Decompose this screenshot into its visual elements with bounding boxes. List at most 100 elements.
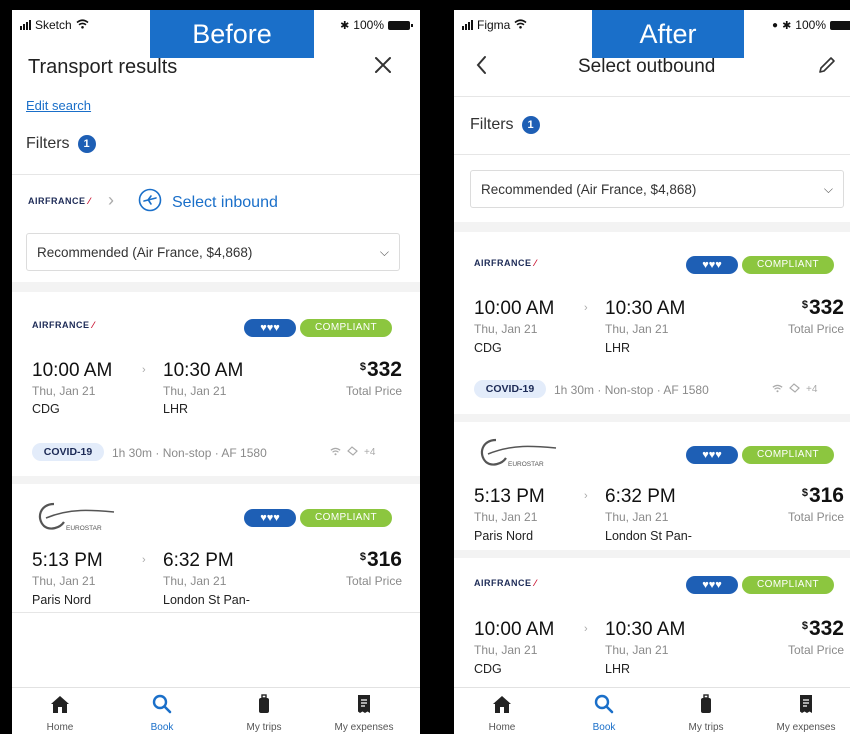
phone-before: Sketch ✱ 100% Before Transport results E… [12, 10, 420, 734]
bluetooth-icon: ✱ [340, 19, 350, 32]
receipt-icon [795, 695, 817, 718]
divider [454, 96, 850, 97]
depart-date: Thu, Jan 21 [474, 322, 538, 336]
depart-date: Thu, Jan 21 [474, 643, 538, 657]
compliance-badge: COMPLIANT [300, 509, 392, 527]
price: $332 [801, 296, 844, 319]
arrive-station: LHR [163, 402, 189, 416]
tab-label: My expenses [776, 722, 836, 733]
tab-my-expenses[interactable]: My expenses [766, 694, 846, 733]
filters-label: Filters [470, 116, 514, 133]
arrive-date: Thu, Jan 21 [163, 384, 227, 398]
tab-label: Home [46, 722, 74, 733]
price: $332 [359, 358, 402, 381]
arrive-station: London St Pan- [605, 529, 692, 543]
sort-dropdown[interactable]: Recommended (Air France, $4,868) ⌵ [470, 170, 844, 208]
select-inbound-label: Select inbound [172, 193, 278, 211]
section-gap [454, 550, 850, 558]
tab-label: Home [488, 722, 516, 733]
filters-button[interactable]: Filters 1 [470, 116, 540, 134]
arrive-station: London St Pan- [163, 593, 250, 607]
depart-date: Thu, Jan 21 [474, 510, 538, 524]
arrow-right-icon: › [584, 623, 588, 635]
amenities-more-count: +4 [806, 384, 818, 395]
power-plug-icon [789, 383, 800, 396]
amenities: +4 [772, 383, 817, 396]
compliance-badge: COMPLIANT [300, 319, 392, 337]
alarm-icon: ● [772, 19, 779, 31]
eurostar-logo: EUROSTAR [472, 434, 558, 475]
compliance-badge: COMPLIANT [742, 446, 834, 464]
tab-label: My trips [688, 722, 724, 733]
home-icon [491, 696, 513, 718]
tab-home[interactable]: Home [462, 694, 542, 733]
plane-circle-icon [138, 188, 162, 217]
preference-hearts-badge: ♥♥♥ [686, 446, 738, 464]
tab-book[interactable]: Book [122, 694, 202, 733]
chevron-right-icon: › [108, 190, 114, 210]
sort-dropdown-value: Recommended (Air France, $4,868) [37, 244, 253, 260]
covid-badge[interactable]: COVID-19 [32, 443, 104, 461]
arrive-date: Thu, Jan 21 [605, 643, 669, 657]
signal-icon [20, 20, 31, 30]
chevron-down-icon: ⌵ [379, 244, 389, 259]
power-plug-icon [347, 446, 358, 459]
edit-search-link[interactable]: Edit search [26, 98, 91, 113]
flight-details: 1h 30m · Non-stop · AF 1580 [554, 383, 709, 397]
price-label: Total Price [787, 643, 844, 657]
carrier-name: Figma [477, 18, 511, 32]
section-gap [12, 282, 420, 292]
edit-pencil-icon[interactable] [816, 54, 838, 81]
compliance-badge: COMPLIANT [742, 256, 834, 274]
sort-dropdown[interactable]: Recommended (Air France, $4,868) ⌵ [26, 233, 400, 271]
select-inbound-step[interactable]: Select inbound [138, 188, 278, 217]
price: $316 [359, 548, 402, 571]
arrow-right-icon: › [584, 302, 588, 314]
battery-icon [388, 20, 413, 30]
depart-time: 10:00 AM [32, 360, 113, 381]
tab-my-expenses[interactable]: My expenses [324, 694, 404, 733]
price: $316 [801, 484, 844, 507]
luggage-icon [253, 694, 275, 718]
preference-hearts-badge: ♥♥♥ [686, 256, 738, 274]
tab-label: My trips [246, 722, 282, 733]
close-icon[interactable] [372, 54, 394, 81]
tab-my-trips[interactable]: My trips [666, 694, 746, 733]
battery-percent: 100% [795, 18, 826, 32]
tab-book[interactable]: Book [564, 694, 644, 733]
filters-button[interactable]: Filters 1 [26, 135, 96, 153]
filters-label: Filters [26, 135, 70, 152]
page-title: Transport results [28, 56, 178, 78]
home-icon [49, 696, 71, 718]
amenities: +4 [330, 446, 375, 459]
wifi-icon [772, 384, 783, 396]
svg-text:EUROSTAR: EUROSTAR [508, 461, 544, 468]
back-chevron-icon[interactable] [474, 54, 490, 81]
tab-my-trips[interactable]: My trips [224, 694, 304, 733]
arrive-time: 10:30 AM [605, 298, 686, 319]
tab-home[interactable]: Home [20, 694, 100, 733]
sort-dropdown-value: Recommended (Air France, $4,868) [481, 181, 697, 197]
covid-badge[interactable]: COVID-19 [474, 380, 546, 398]
price-label: Total Price [787, 510, 844, 524]
arrive-time: 10:30 AM [163, 360, 244, 381]
arrive-station: LHR [605, 341, 631, 355]
battery-icon [830, 20, 850, 30]
divider [454, 154, 850, 155]
section-gap [454, 222, 850, 232]
tab-label: Book [592, 722, 616, 733]
price-label: Total Price [345, 574, 402, 588]
battery-percent: 100% [353, 18, 384, 32]
tab-bar: Home Book My trips My expenses [12, 687, 420, 734]
depart-date: Thu, Jan 21 [32, 384, 96, 398]
receipt-icon [353, 695, 375, 718]
carrier-name: Sketch [35, 18, 72, 32]
depart-time: 10:00 AM [474, 619, 555, 640]
preference-hearts-badge: ♥♥♥ [244, 509, 296, 527]
airline-logo-airfrance: AIRFRANCE ⁄ [474, 258, 537, 268]
phone-after: Figma ● ✱ 100% After Select outbound Fil… [454, 10, 850, 734]
price-label: Total Price [787, 322, 844, 336]
depart-station: CDG [474, 662, 502, 676]
depart-station: Paris Nord [474, 529, 534, 543]
airline-logo-airfrance: AIRFRANCE ⁄ [28, 196, 91, 206]
